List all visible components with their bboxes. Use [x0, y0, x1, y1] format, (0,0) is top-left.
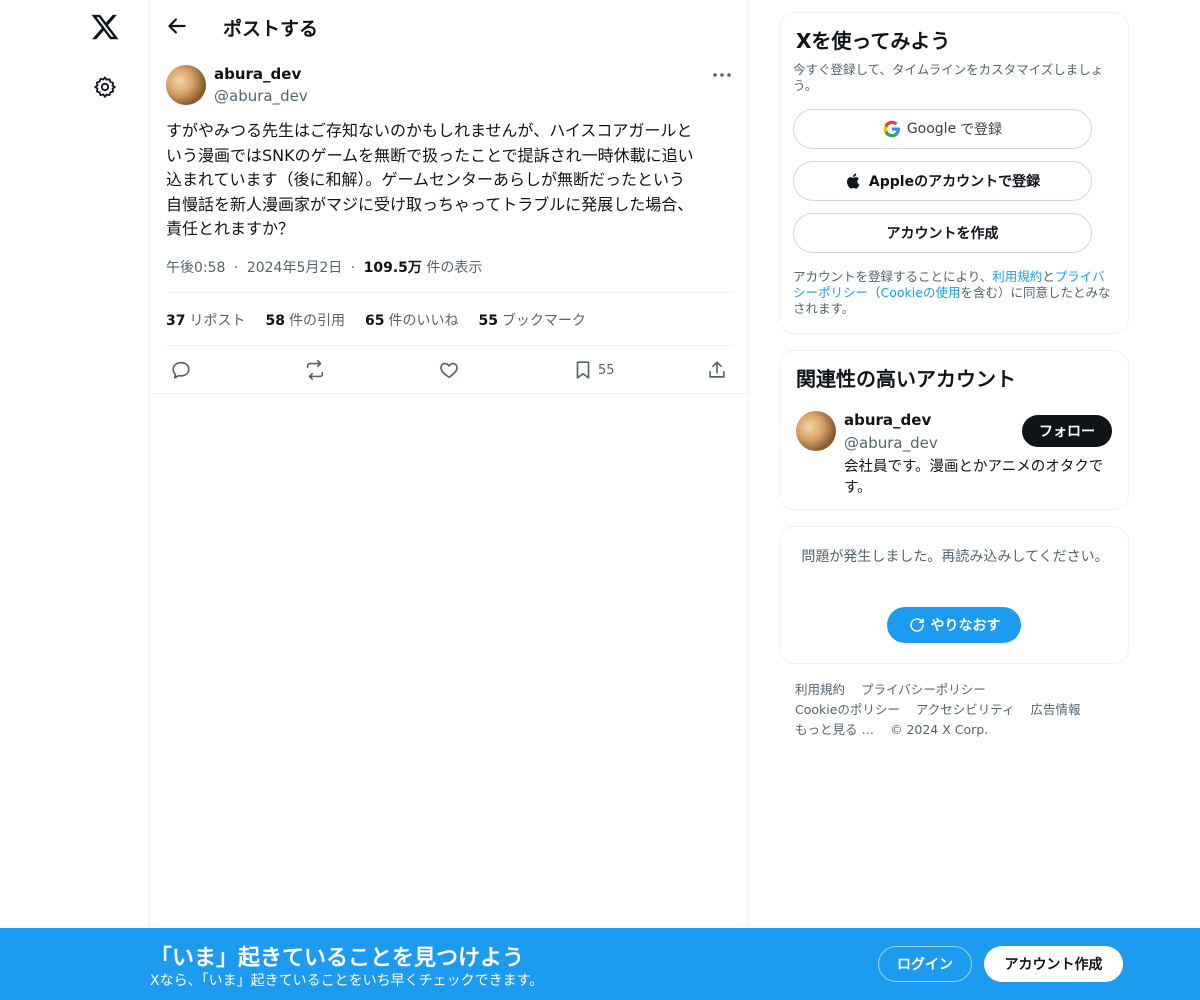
signup-button[interactable]: アカウント作成: [984, 946, 1123, 982]
login-button[interactable]: ログイン: [878, 946, 972, 982]
google-brand: Google: [906, 121, 957, 137]
footer-terms-link[interactable]: 利用規約: [795, 682, 845, 697]
meta-separator: ·: [233, 260, 239, 276]
footer-privacy-link[interactable]: プライバシーポリシー: [861, 682, 986, 697]
reply-button[interactable]: [170, 358, 192, 382]
reply-icon: [172, 361, 190, 379]
apple-icon: [846, 173, 860, 189]
views-count: 109.5万: [363, 260, 422, 276]
footer-copyright: © 2024 X Corp.: [889, 722, 989, 737]
x-logo-icon[interactable]: [90, 12, 120, 42]
footer-more-link[interactable]: もっと見る …: [795, 722, 874, 737]
related-account-handle[interactable]: @abura_dev: [844, 434, 938, 452]
author-handle[interactable]: @abura_dev: [214, 87, 308, 105]
more-options-icon[interactable]: [711, 65, 733, 85]
related-account-bio: 会社員です。漫画とかアニメのオタクです。: [844, 459, 1104, 496]
banner-subtitle: Xなら、「いま」起きていることをいち早くチェックできます。: [150, 973, 544, 989]
quotes-stat[interactable]: 58 件の引用: [265, 310, 344, 330]
main-column: ポストする abura_dev @abura_dev すがやみつる先生はご存知な…: [149, 0, 750, 928]
related-accounts-card: 関連性の高いアカウント abura_dev @abura_dev フォロー 会社…: [779, 350, 1129, 510]
post-date[interactable]: 2024年5月2日: [247, 260, 342, 276]
terms-link[interactable]: 利用規約: [992, 269, 1042, 284]
post-actions: 55: [150, 358, 750, 382]
post-meta: 午後0:58 · 2024年5月2日 · 109.5万 件の表示: [166, 257, 482, 277]
share-button[interactable]: [706, 358, 728, 382]
retry-button[interactable]: やりなおす: [887, 607, 1021, 643]
reposts-stat[interactable]: 37 リポスト: [166, 310, 245, 330]
avatar[interactable]: [166, 65, 206, 105]
refresh-icon: [909, 618, 924, 632]
error-message: 問題が発生しました。再読み込みしてください。: [801, 549, 1109, 565]
follow-button[interactable]: フォロー: [1022, 415, 1112, 447]
footer-links: 利用規約 プライバシーポリシー Cookieのポリシー アクセシビリティ 広告情…: [795, 680, 1125, 740]
signup-card-subtitle: 今すぐ登録して、タイムラインをカスタマイズしましょう。: [793, 62, 1104, 93]
footer-accessibility-link[interactable]: アクセシビリティ: [916, 702, 1015, 717]
terms-notice: アカウントを登録することにより、利用規約とプライバシーポリシー（Cookieの使…: [793, 269, 1111, 316]
avatar[interactable]: [796, 411, 836, 451]
meta-separator: ·: [350, 260, 356, 276]
gear-icon[interactable]: [93, 75, 117, 99]
page-title: ポストする: [223, 18, 319, 40]
page: ポストする abura_dev @abura_dev すがやみつる先生はご存知な…: [0, 0, 1200, 1000]
post-stats: 37 リポスト 58 件の引用 65 件のいいね 55 ブックマーク: [166, 310, 586, 330]
likes-stat[interactable]: 65 件のいいね: [365, 310, 458, 330]
signup-card-title: Xを使ってみよう: [796, 29, 951, 53]
post-text: すがやみつる先生はご存知ないのかもしれませんが、ハイスコアガールと いう漫画では…: [166, 121, 694, 238]
repost-button[interactable]: [304, 358, 326, 382]
header: ポストする: [150, 0, 750, 53]
repost-icon: [306, 360, 324, 380]
create-account-button[interactable]: アカウントを作成: [793, 213, 1092, 253]
views-label: 件の表示: [426, 260, 483, 276]
related-card-title: 関連性の高いアカウント: [796, 367, 1016, 391]
google-signup-label: で登録: [960, 122, 1003, 138]
google-icon: [883, 120, 900, 138]
divider: [166, 345, 734, 346]
cookie-link[interactable]: Cookieの使用: [881, 285, 961, 300]
post: abura_dev @abura_dev すがやみつる先生はご存知ないのかもしれ…: [150, 53, 750, 394]
post-time[interactable]: 午後0:58: [166, 260, 225, 276]
error-card: 問題が発生しました。再読み込みしてください。 やりなおす: [779, 526, 1129, 664]
author-name[interactable]: abura_dev: [214, 65, 301, 83]
share-icon: [709, 361, 725, 378]
bookmarks-stat[interactable]: 55 ブックマーク: [478, 310, 585, 330]
signup-card: Xを使ってみよう 今すぐ登録して、タイムラインをカスタマイズしましょう。 Goo…: [779, 12, 1129, 334]
heart-icon: [440, 362, 458, 379]
left-rail: [60, 0, 150, 928]
retry-label: やりなおす: [930, 618, 1001, 634]
bookmark-count: 55: [598, 362, 615, 378]
banner-title: 「いま」起きていることを見つけよう: [150, 946, 525, 971]
arrow-left-icon[interactable]: [164, 13, 190, 39]
bookmark-button[interactable]: 55: [572, 358, 615, 382]
footer-ads-link[interactable]: 広告情報: [1031, 702, 1081, 717]
bottom-banner: 「いま」起きていることを見つけよう Xなら、「いま」起きていることをいち早くチェ…: [0, 928, 1200, 1000]
like-button[interactable]: [438, 358, 460, 382]
related-account-name[interactable]: abura_dev: [844, 411, 931, 429]
apple-signup-button[interactable]: Appleのアカウントで登録: [793, 161, 1092, 201]
footer-cookie-link[interactable]: Cookieのポリシー: [795, 702, 900, 717]
create-account-label: アカウントを作成: [886, 226, 999, 242]
bookmark-icon: [576, 361, 590, 379]
divider: [166, 292, 734, 293]
apple-signup-label: Appleのアカウントで登録: [868, 174, 1041, 190]
google-signup-button[interactable]: Google で登録: [793, 109, 1092, 149]
